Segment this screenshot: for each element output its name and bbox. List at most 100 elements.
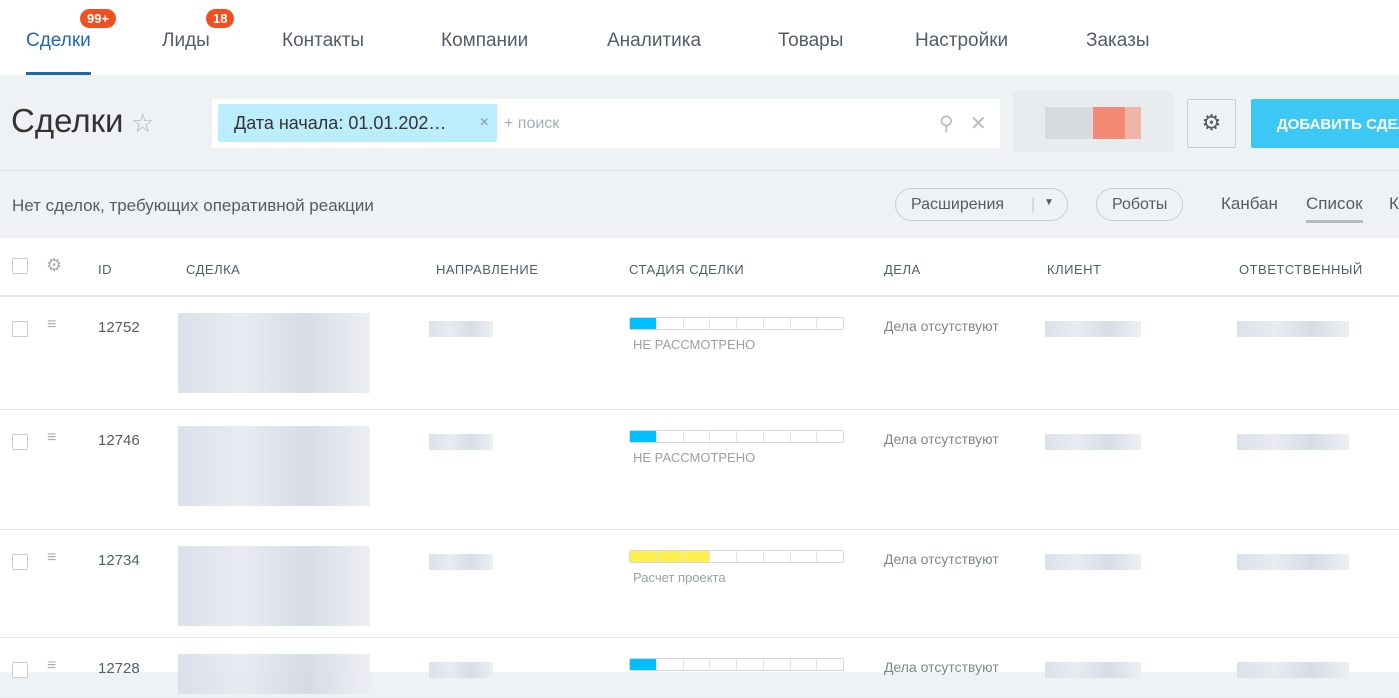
tab-contacts[interactable]: Контакты <box>282 30 364 52</box>
row-menu-icon[interactable]: ≡ <box>47 317 64 333</box>
view-more[interactable]: К <box>1389 194 1399 214</box>
stage-segment[interactable] <box>763 318 791 329</box>
stage-segment[interactable] <box>710 551 737 562</box>
tab-deals[interactable]: 99+ Сделки <box>26 9 117 75</box>
extensions-button[interactable]: Расширения | ▼ <box>895 188 1068 221</box>
row-menu-icon[interactable]: ≡ <box>47 430 64 446</box>
col-stage[interactable]: СТАДИЯ СДЕЛКИ <box>629 262 744 277</box>
clear-icon[interactable]: ✕ <box>970 111 987 136</box>
table-row[interactable]: ≡ 12752 НЕ РАССМОТРЕНО Дела отсутствуют <box>0 297 1399 410</box>
stage-segment[interactable] <box>656 551 684 562</box>
tab-leads[interactable]: 18 Лиды <box>162 9 235 52</box>
blurred-widget <box>1013 91 1173 152</box>
divider <box>0 170 1399 171</box>
settings-button[interactable]: ⚙ <box>1187 99 1236 148</box>
stage-segment[interactable] <box>763 551 791 562</box>
tab-products[interactable]: Товары <box>778 30 843 52</box>
stage-segment[interactable] <box>710 431 737 442</box>
search-bar[interactable]: Дата начала: 01.01.202… × + поиск ⚲ ✕ <box>212 99 1000 148</box>
stage-segment[interactable] <box>763 431 791 442</box>
select-all-checkbox[interactable] <box>12 258 28 274</box>
col-activities[interactable]: ДЕЛА <box>884 262 921 277</box>
filter-chip[interactable]: Дата начала: 01.01.202… × <box>218 104 497 142</box>
row-checkbox[interactable] <box>12 662 28 678</box>
col-deal[interactable]: СДЕЛКА <box>186 262 240 277</box>
responsible-blurred[interactable] <box>1237 662 1349 678</box>
col-client[interactable]: КЛИЕНТ <box>1047 262 1101 277</box>
stage-segment[interactable] <box>790 431 818 442</box>
deal-name-blurred[interactable] <box>178 313 370 393</box>
tab-companies[interactable]: Компании <box>441 30 528 52</box>
client-blurred[interactable] <box>1045 662 1141 678</box>
deal-name-blurred[interactable] <box>178 426 370 506</box>
stage-segment[interactable] <box>737 318 764 329</box>
stage-segment[interactable] <box>656 659 684 670</box>
stage-segment[interactable] <box>817 431 843 442</box>
stage-segment[interactable] <box>790 551 818 562</box>
row-checkbox[interactable] <box>12 554 28 570</box>
add-deal-button[interactable]: ДОБАВИТЬ СДЕЛКУ <box>1251 99 1399 148</box>
responsible-blurred[interactable] <box>1237 554 1349 570</box>
stage-segment[interactable] <box>790 659 818 670</box>
stage-segment[interactable] <box>710 659 737 670</box>
client-blurred[interactable] <box>1045 554 1141 570</box>
chevron-down-icon[interactable]: ▼ <box>1044 197 1054 208</box>
table-row[interactable]: ≡ 12734 Расчет проекта Дела отсутствуют <box>0 530 1399 638</box>
stage-segment[interactable] <box>817 318 843 329</box>
direction-blurred <box>429 321 493 337</box>
robots-button[interactable]: Роботы <box>1096 188 1184 221</box>
star-icon[interactable]: ☆ <box>131 108 154 139</box>
stage-segment[interactable] <box>737 659 764 670</box>
tab-analytics[interactable]: Аналитика <box>607 30 701 52</box>
deal-name-blurred[interactable] <box>178 546 370 626</box>
view-kanban[interactable]: Канбан <box>1221 194 1278 214</box>
search-input[interactable]: + поиск <box>504 115 559 133</box>
row-checkbox[interactable] <box>12 321 28 337</box>
activities: Дела отсутствуют <box>884 318 999 334</box>
table-row[interactable]: ≡ 12728 Дела отсутствуют <box>0 638 1399 698</box>
stage-segment[interactable] <box>683 431 711 442</box>
stage-segment[interactable] <box>683 551 711 562</box>
page-title: Сделки <box>11 102 124 139</box>
tab-settings[interactable]: Настройки <box>915 30 1008 52</box>
col-direction[interactable]: НАПРАВЛЕНИЕ <box>436 262 538 277</box>
stage-segment[interactable] <box>683 659 711 670</box>
responsible-blurred[interactable] <box>1237 434 1349 450</box>
stage-segment[interactable] <box>683 318 711 329</box>
active-underline <box>26 72 91 75</box>
col-responsible[interactable]: ОТВЕТСТВЕННЫЙ <box>1239 262 1363 277</box>
search-icon[interactable]: ⚲ <box>939 111 954 136</box>
stage-segment[interactable] <box>817 551 843 562</box>
deal-name-blurred[interactable] <box>178 654 370 694</box>
top-nav: 99+ Сделки 18 Лиды Контакты Компании Анали… <box>0 0 1399 75</box>
row-checkbox[interactable] <box>12 434 28 450</box>
client-blurred[interactable] <box>1045 434 1141 450</box>
stage-segment[interactable] <box>710 318 737 329</box>
gear-icon[interactable]: ⚙ <box>46 255 62 276</box>
row-menu-icon[interactable]: ≡ <box>47 550 64 566</box>
stage-segment[interactable] <box>656 318 684 329</box>
table-row[interactable]: ≡ 12746 НЕ РАССМОТРЕНО Дела отсутствуют <box>0 410 1399 530</box>
stage-segment[interactable] <box>817 659 843 670</box>
tab-orders[interactable]: Заказы <box>1086 30 1150 52</box>
stage-segment[interactable] <box>630 659 657 670</box>
col-id[interactable]: ID <box>98 262 112 277</box>
responsible-blurred[interactable] <box>1237 321 1349 337</box>
view-list[interactable]: Список <box>1306 194 1363 223</box>
stage-segment[interactable] <box>630 318 657 329</box>
stage-bar[interactable] <box>629 317 844 330</box>
extensions-label: Расширения <box>911 196 1005 213</box>
stage-segment[interactable] <box>763 659 791 670</box>
stage-segment[interactable] <box>656 431 684 442</box>
stage-bar[interactable] <box>629 658 844 671</box>
stage-segment[interactable] <box>790 318 818 329</box>
stage-bar[interactable] <box>629 430 844 443</box>
close-icon[interactable]: × <box>480 114 489 132</box>
stage-bar[interactable] <box>629 550 844 563</box>
stage-segment[interactable] <box>630 431 657 442</box>
stage-segment[interactable] <box>737 551 764 562</box>
stage-segment[interactable] <box>630 551 657 562</box>
row-menu-icon[interactable]: ≡ <box>47 658 64 674</box>
client-blurred[interactable] <box>1045 321 1141 337</box>
stage-segment[interactable] <box>737 431 764 442</box>
